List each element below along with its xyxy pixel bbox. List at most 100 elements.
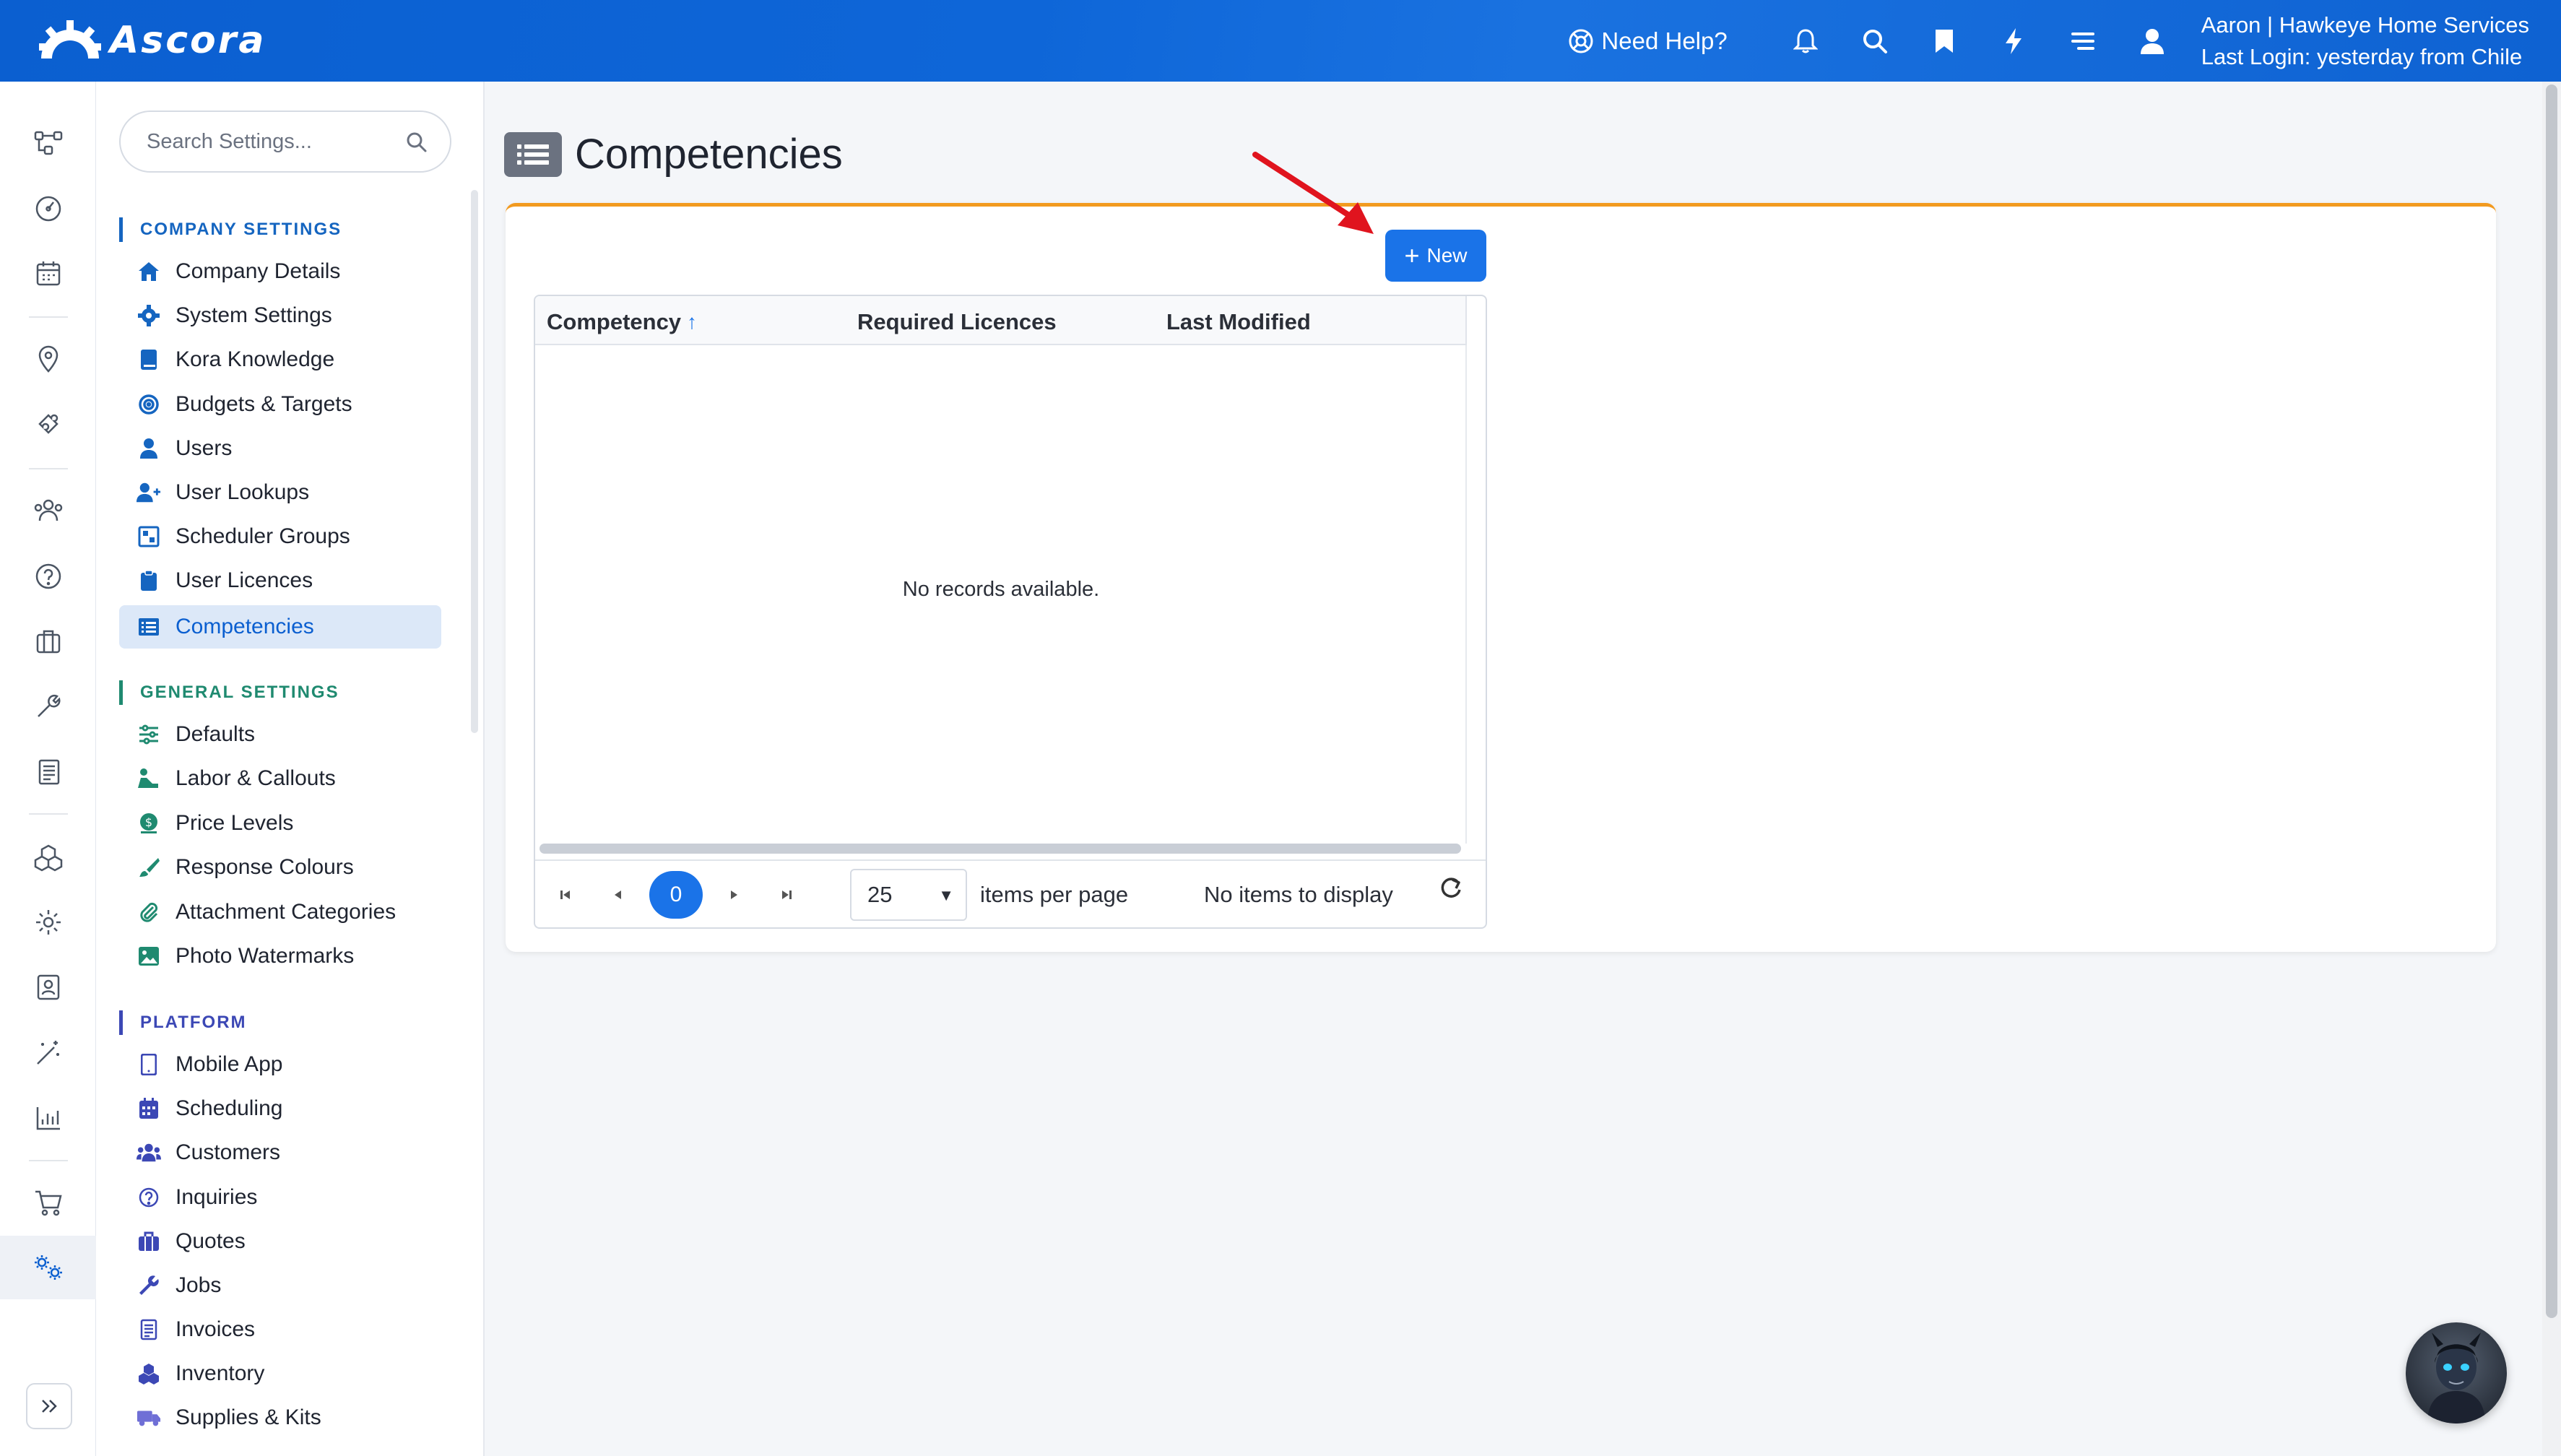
nav-photo-watermarks[interactable]: Photo Watermarks — [119, 935, 441, 978]
page-scrollbar[interactable] — [2542, 82, 2561, 1456]
nav-attachment-categories[interactable]: Attachment Categories — [119, 890, 441, 934]
double-chevron-right-icon — [42, 1400, 57, 1413]
nav-label: Scheduler Groups — [176, 524, 350, 548]
bookmarks-button[interactable] — [1910, 0, 1979, 82]
menu-button[interactable] — [2048, 0, 2118, 82]
settings-search[interactable] — [119, 110, 451, 173]
nav-price-levels[interactable]: $ Price Levels — [119, 802, 441, 845]
nav-scheduler-groups[interactable]: Scheduler Groups — [119, 515, 441, 558]
dashboard-icon — [35, 196, 61, 222]
nav-system-settings[interactable]: System Settings — [119, 294, 441, 337]
lifebuoy-icon — [1569, 29, 1593, 53]
global-search-button[interactable] — [1840, 0, 1910, 82]
nav-labor-callouts[interactable]: Labor & Callouts — [119, 757, 441, 800]
nav-kora-knowledge[interactable]: Kora Knowledge — [119, 338, 441, 381]
rail-inquiries[interactable] — [0, 545, 96, 608]
nav-inventory[interactable]: Inventory — [119, 1352, 441, 1395]
new-competency-button[interactable]: + New — [1385, 230, 1486, 282]
last-page-button[interactable] — [760, 869, 812, 921]
nav-user-lookups[interactable]: User Lookups — [119, 471, 441, 514]
grid-pager: 0 25 ▼ items per page No items to displa… — [535, 859, 1486, 927]
nav-label: Customers — [176, 1140, 281, 1164]
question-icon — [136, 1185, 161, 1210]
nav-competencies[interactable]: Competencies — [119, 605, 441, 649]
current-page-button[interactable]: 0 — [649, 871, 703, 919]
nav-jobs[interactable]: Jobs — [119, 1264, 441, 1307]
nav-label: Mobile App — [176, 1052, 283, 1076]
rail-workflow[interactable] — [0, 111, 96, 175]
rail-dashboard[interactable] — [0, 177, 96, 240]
rail-shop[interactable] — [0, 1171, 96, 1234]
nav-users[interactable]: Users — [119, 427, 441, 470]
rail-inventory[interactable] — [0, 826, 96, 889]
notifications-button[interactable] — [1771, 0, 1840, 82]
column-label: Competency — [547, 309, 682, 334]
chat-assistant-avatar[interactable] — [2406, 1322, 2507, 1424]
plus-icon: + — [1404, 240, 1420, 270]
nav-mobile-app[interactable]: Mobile App — [119, 1043, 441, 1086]
next-page-button[interactable] — [708, 869, 760, 921]
invoice-icon — [38, 759, 59, 785]
previous-page-button[interactable] — [592, 869, 644, 921]
rail-customers[interactable] — [0, 479, 96, 542]
user-info[interactable]: Aaron | Hawkeye Home Services Last Login… — [2201, 9, 2529, 73]
nav-defaults[interactable]: Defaults — [119, 713, 441, 756]
grid-horizontal-scrollbar[interactable] — [540, 844, 1461, 854]
users-icon — [136, 1140, 161, 1165]
previous-page-icon — [615, 890, 621, 899]
page-title: Competencies — [575, 131, 843, 178]
search-icon — [1863, 29, 1887, 53]
puzzle-icon — [38, 414, 58, 434]
rail-automation[interactable] — [0, 1021, 96, 1085]
rail-quotes[interactable] — [0, 610, 96, 673]
worker-icon — [136, 766, 161, 791]
rail-settings[interactable] — [0, 890, 96, 954]
invoice-icon — [136, 1317, 161, 1342]
wrench-icon — [37, 694, 61, 717]
search-icon[interactable] — [405, 131, 428, 154]
last-login: Last Login: yesterday from Chile — [2201, 43, 2523, 69]
question-icon — [35, 563, 61, 589]
section-company-settings: COMPANY SETTINGS — [119, 217, 342, 242]
rail-invoices[interactable] — [0, 740, 96, 804]
nav-supplies-kits[interactable]: Supplies & Kits — [119, 1396, 441, 1439]
nav-response-colours[interactable]: Response Colours — [119, 846, 441, 889]
nav-budgets-targets[interactable]: Budgets & Targets — [119, 383, 441, 426]
nav-user-licences[interactable]: User Licences — [119, 559, 441, 602]
nav-scheduling[interactable]: Scheduling — [119, 1087, 441, 1130]
truck-icon — [136, 1405, 161, 1430]
nav-invoices[interactable]: Invoices — [119, 1308, 441, 1351]
nav-company-details[interactable]: Company Details — [119, 250, 441, 293]
settings-sidebar: COMPANY SETTINGS Company Details System … — [96, 82, 485, 1456]
book-icon — [136, 347, 161, 372]
need-help-link[interactable]: Need Help? — [1568, 27, 1728, 55]
rail-contacts[interactable] — [0, 956, 96, 1019]
paperclip-icon — [136, 900, 161, 924]
column-last-modified[interactable]: Last Modified — [1166, 309, 1311, 335]
rail-calendar[interactable] — [0, 242, 96, 306]
nav-customers[interactable]: Customers — [119, 1131, 441, 1174]
settings-search-input[interactable] — [147, 129, 407, 154]
expand-rail-button[interactable] — [26, 1383, 72, 1429]
user-menu-button[interactable] — [2118, 0, 2187, 82]
rail-reports[interactable] — [0, 1086, 96, 1150]
mobile-icon — [136, 1052, 161, 1077]
column-required-licences[interactable]: Required Licences — [857, 309, 1057, 335]
nav-inquiries[interactable]: Inquiries — [119, 1176, 441, 1219]
first-page-button[interactable] — [540, 869, 592, 921]
bell-icon — [1793, 28, 1818, 53]
refresh-icon — [1441, 878, 1461, 898]
quick-actions-button[interactable] — [1979, 0, 2048, 82]
sidebar-scrollbar[interactable] — [471, 190, 478, 733]
svg-text:$: $ — [145, 815, 152, 829]
nav-quotes[interactable]: Quotes — [119, 1220, 441, 1263]
column-competency[interactable]: Competency ↑ — [547, 309, 697, 335]
refresh-button[interactable] — [1436, 874, 1465, 909]
rail-map[interactable] — [0, 327, 96, 391]
page-size-select[interactable]: 25 ▼ — [850, 869, 967, 921]
app-logo[interactable]: Ascora — [38, 19, 266, 62]
sort-ascending-icon: ↑ — [687, 311, 698, 333]
rail-system-settings[interactable] — [0, 1236, 96, 1299]
rail-integrations[interactable] — [0, 392, 96, 456]
rail-jobs[interactable] — [0, 675, 96, 738]
